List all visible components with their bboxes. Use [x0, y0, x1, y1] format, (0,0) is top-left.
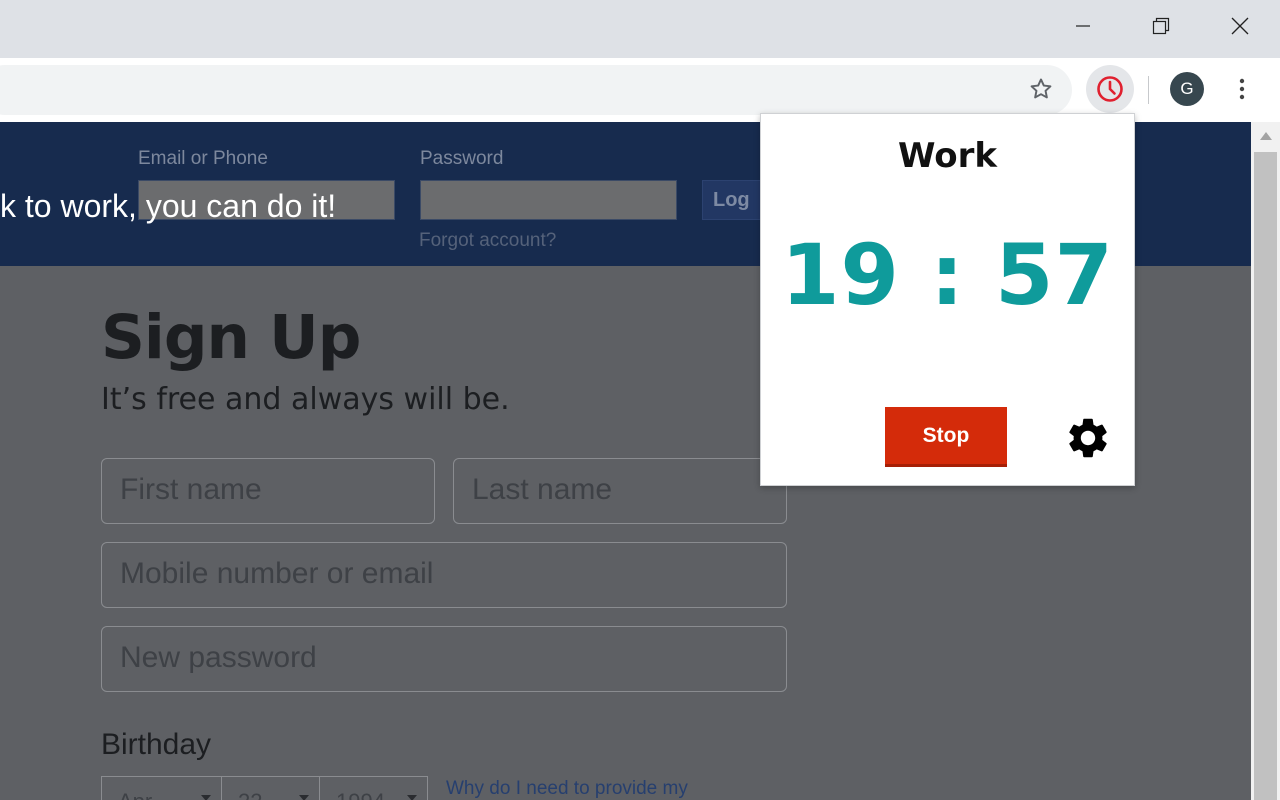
signup-subtitle: It’s free and always will be. — [101, 382, 510, 417]
restore-icon — [1152, 17, 1170, 35]
more-vert-icon — [1239, 78, 1245, 100]
scroll-thumb[interactable] — [1254, 152, 1277, 800]
last-name-field[interactable]: Last name — [453, 458, 787, 524]
stop-button[interactable]: Stop — [885, 407, 1007, 467]
birthday-month-value: Apr — [118, 789, 152, 800]
chevron-down-icon — [407, 795, 417, 800]
scroll-up-icon[interactable] — [1260, 132, 1272, 140]
settings-button[interactable] — [1063, 413, 1113, 463]
timer-extension-button[interactable] — [1086, 65, 1134, 113]
countdown-display: 19 : 57 — [781, 226, 1114, 324]
restore-button[interactable] — [1139, 8, 1183, 44]
birthday-year-value: 1994 — [336, 789, 385, 800]
toolbar-divider — [1148, 76, 1149, 104]
chevron-down-icon — [201, 795, 211, 800]
first-name-field[interactable]: First name — [101, 458, 435, 524]
mobile-email-field[interactable]: Mobile number or email — [101, 542, 787, 608]
login-password-input[interactable] — [420, 180, 677, 220]
birthday-year-select[interactable]: 1994 — [319, 776, 428, 800]
signup-title: Sign Up — [101, 302, 361, 373]
close-icon — [1231, 17, 1249, 35]
timer-mode-title: Work — [897, 136, 998, 176]
minimize-button[interactable] — [1061, 8, 1105, 44]
birthday-month-select[interactable]: Apr — [101, 776, 222, 800]
browser-menu-button[interactable] — [1226, 72, 1258, 106]
profile-avatar[interactable]: G — [1170, 72, 1204, 106]
clock-icon — [1097, 76, 1123, 102]
forgot-account-link[interactable]: Forgot account? — [419, 230, 556, 252]
timer-popup: Work 19 : 57 Stop — [760, 113, 1135, 486]
close-button[interactable] — [1218, 8, 1262, 44]
new-password-field[interactable]: New password — [101, 626, 787, 692]
birthday-why-link[interactable]: Why do I need to provide my — [446, 778, 688, 800]
page-scrollbar[interactable] — [1251, 122, 1280, 800]
birthday-label: Birthday — [101, 728, 212, 761]
chevron-down-icon — [299, 795, 309, 800]
minimize-icon — [1076, 25, 1090, 27]
gear-icon — [1069, 418, 1107, 458]
star-icon — [1030, 78, 1052, 99]
birthday-day-value: 22 — [238, 789, 262, 800]
password-label: Password — [420, 148, 504, 169]
bookmark-button[interactable] — [1024, 72, 1058, 106]
window-titlebar — [0, 0, 1280, 58]
email-label: Email or Phone — [138, 148, 268, 169]
motivation-banner: k to work, you can do it! — [0, 188, 337, 224]
address-bar[interactable] — [0, 65, 1072, 115]
birthday-day-select[interactable]: 22 — [221, 776, 320, 800]
